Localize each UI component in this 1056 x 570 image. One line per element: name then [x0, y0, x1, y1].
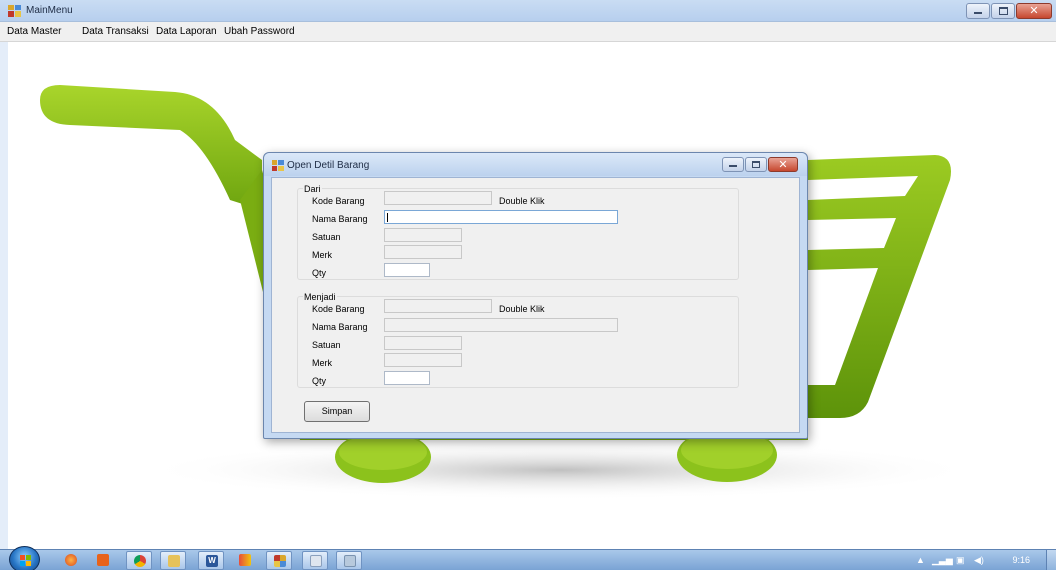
start-button[interactable] — [9, 546, 40, 570]
signal-icon[interactable]: ▁▃▅ — [932, 555, 953, 566]
taskbar-firefox[interactable] — [58, 551, 84, 570]
dari-satuan-label: Satuan — [312, 232, 341, 242]
menjadi-merk-field[interactable] — [384, 353, 462, 367]
clock[interactable]: 9:16 — [1012, 555, 1030, 565]
dialog-minimize-button[interactable] — [722, 157, 744, 172]
taskbar-window[interactable] — [302, 551, 328, 570]
text-caret — [387, 213, 388, 222]
dari-nama-barang-label: Nama Barang — [312, 214, 368, 224]
menu-data-laporan[interactable]: Data Laporan — [156, 26, 217, 37]
taskbar-word[interactable]: W — [198, 551, 224, 570]
explorer-icon — [168, 555, 180, 567]
minimize-icon — [729, 165, 737, 167]
taskbar-app[interactable] — [232, 551, 258, 570]
taskbar-media[interactable] — [90, 551, 116, 570]
minimize-icon — [974, 12, 982, 14]
arrow-up-icon[interactable]: ▲ — [916, 555, 925, 565]
menjadi-satuan-field[interactable] — [384, 336, 462, 350]
dari-double-klik-label: Double Klik — [499, 196, 545, 206]
app-icon — [8, 5, 21, 17]
simpan-button[interactable]: Simpan — [304, 401, 370, 422]
menjadi-satuan-label: Satuan — [312, 340, 341, 350]
open-detil-barang-dialog: Open Detil Barang ✕ Dari Kode Barang Dou… — [263, 152, 808, 439]
menjadi-merk-label: Merk — [312, 358, 332, 368]
menjadi-nama-barang-field[interactable] — [384, 318, 618, 332]
dialog-body: Dari Kode Barang Double Klik Nama Barang… — [271, 177, 800, 433]
taskbar-tool[interactable] — [336, 551, 362, 570]
menu-ubah-password[interactable]: Ubah Password — [224, 26, 295, 37]
taskbar-explorer[interactable] — [160, 551, 186, 570]
menjadi-nama-barang-label: Nama Barang — [312, 322, 368, 332]
dialog-maximize-button[interactable] — [745, 157, 767, 172]
group-dari-legend: Dari — [303, 184, 322, 194]
dari-kode-barang-field[interactable] — [384, 191, 492, 205]
main-window-title: MainMenu — [26, 5, 73, 16]
close-icon: ✕ — [1029, 4, 1039, 17]
close-button[interactable]: ✕ — [1016, 3, 1052, 19]
media-icon — [97, 554, 109, 566]
dari-satuan-field[interactable] — [384, 228, 462, 242]
menu-data-master[interactable]: Data Master — [7, 26, 61, 37]
menu-data-transaksi[interactable]: Data Transaksi — [82, 26, 149, 37]
group-menjadi-legend: Menjadi — [303, 292, 337, 302]
menjadi-qty-label: Qty — [312, 376, 327, 386]
close-icon: ✕ — [778, 158, 788, 171]
main-window-titlebar[interactable]: MainMenu ✕ — [0, 0, 1056, 22]
dari-merk-label: Merk — [312, 250, 332, 260]
dialog-app-icon — [272, 160, 284, 171]
dialog-titlebar[interactable]: Open Detil Barang ✕ — [264, 153, 807, 176]
menjadi-double-klik-label: Double Klik — [499, 304, 545, 314]
minimize-button[interactable] — [966, 3, 990, 19]
maximize-button[interactable] — [991, 3, 1015, 19]
window-left-border — [0, 42, 8, 549]
restore-icon — [999, 7, 1008, 15]
menjadi-kode-barang-field[interactable] — [384, 299, 492, 313]
dari-nama-barang-field[interactable] — [384, 210, 618, 224]
maximize-icon — [752, 161, 760, 168]
taskbar-mainmenu[interactable] — [266, 551, 292, 570]
mainmenu-app-icon — [274, 555, 286, 567]
windows-logo-icon — [20, 555, 31, 566]
firefox-icon — [65, 554, 77, 566]
volume-icon[interactable]: ◀) — [974, 555, 984, 566]
network-icon[interactable]: ▣ — [956, 555, 965, 566]
dialog-title: Open Detil Barang — [287, 160, 370, 171]
dari-kode-barang-label: Kode Barang — [312, 196, 365, 206]
menu-bar: Data Master Data Transaksi Data Laporan … — [0, 22, 1056, 42]
taskbar-chrome[interactable] — [126, 551, 152, 570]
menjadi-qty-field[interactable] — [384, 371, 430, 385]
tool-icon — [344, 555, 356, 567]
dari-qty-label: Qty — [312, 268, 327, 278]
menjadi-kode-barang-label: Kode Barang — [312, 304, 365, 314]
word-icon: W — [206, 555, 218, 567]
dari-qty-field[interactable] — [384, 263, 430, 277]
show-desktop-button[interactable] — [1046, 550, 1056, 570]
taskbar: W ▲ ▁▃▅ ▣ ◀) 9:16 — [0, 546, 1056, 570]
app-icon — [239, 554, 251, 566]
window-icon — [310, 555, 322, 567]
chrome-icon — [134, 555, 146, 567]
dari-merk-field[interactable] — [384, 245, 462, 259]
dialog-close-button[interactable]: ✕ — [768, 157, 798, 172]
